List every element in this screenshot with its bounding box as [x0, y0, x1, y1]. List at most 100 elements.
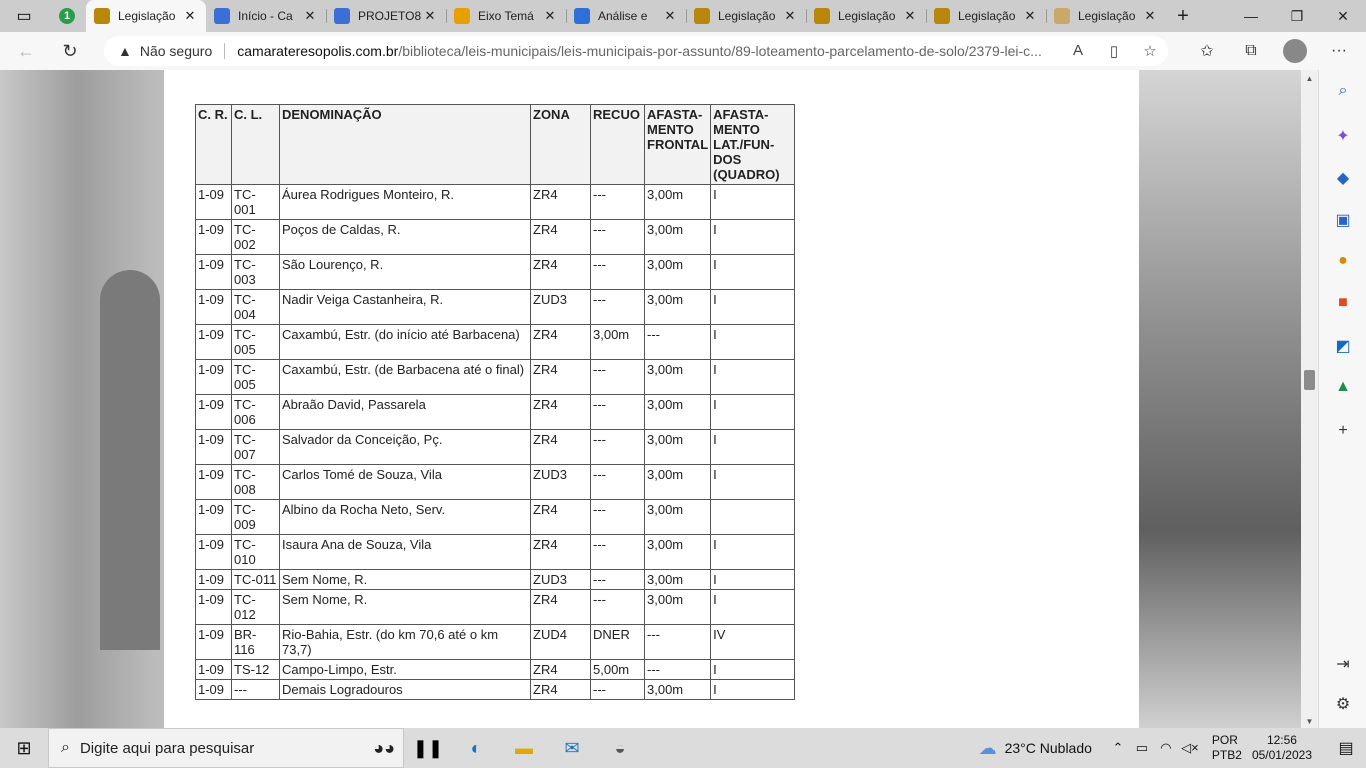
back-button[interactable]: ← [9, 35, 43, 67]
add-sidebar-icon[interactable]: + [1319, 422, 1366, 440]
browser-tab[interactable]: Legislação ✕ [686, 0, 806, 32]
browser-tab[interactable]: 1 [48, 0, 86, 32]
table-row: 1-09 TC-002 Poços de Caldas, R. ZR4 --- 3,00m… [195, 219, 796, 255]
clock[interactable]: 12:56 05/01/2023 [1252, 733, 1312, 763]
table-cell: 1-09 [195, 429, 232, 465]
profile-avatar[interactable] [1283, 39, 1307, 63]
language-indicator[interactable]: POR PTB2 [1212, 733, 1242, 763]
table-header-cell: AFASTA-MENTO LAT./FUN-DOS (QUADRO) [710, 104, 796, 185]
tab-close-icon[interactable]: ✕ [782, 8, 798, 24]
start-button[interactable]: ⊞ [0, 728, 48, 768]
table-cell: 3,00m [643, 589, 712, 625]
scrollbar-thumb[interactable] [1304, 370, 1315, 390]
tab-favicon-icon [814, 8, 830, 24]
mail-button[interactable]: ✉ [548, 728, 596, 768]
table-cell: Abraão David, Passarela [279, 394, 531, 430]
tab-close-icon[interactable]: ✕ [662, 8, 678, 24]
table-cell: ZR4 [530, 429, 591, 465]
outlook-icon[interactable]: ◩ [1319, 336, 1366, 356]
browser-tab[interactable]: Legislação ✕ [806, 0, 926, 32]
refresh-button[interactable]: ↻ [53, 35, 87, 67]
clock-time: 12:56 [1266, 733, 1297, 747]
browser-tab[interactable]: Legislação ✕ [926, 0, 1046, 32]
minimize-button[interactable]: — [1228, 0, 1274, 32]
browser-tab[interactable]: Início - Ca ✕ [206, 0, 326, 32]
office-icon[interactable]: ■ [1319, 294, 1366, 312]
collections-icon[interactable]: ⧉ [1229, 42, 1273, 60]
tab-close-icon[interactable]: ✕ [302, 8, 318, 24]
table-cell: --- [590, 679, 645, 700]
shopping-icon[interactable]: ◆ [1319, 168, 1366, 188]
edge-taskbar-button[interactable]: ◐ [452, 728, 500, 768]
tab-close-icon[interactable]: ✕ [182, 8, 198, 24]
browser-tab[interactable]: Legislação ✕ [86, 0, 206, 32]
notifications-icon[interactable]: ▤ [1326, 738, 1366, 758]
tab-favicon-icon [454, 8, 470, 24]
tab-actions-button[interactable]: ▭ [0, 0, 48, 32]
weather-widget[interactable]: ☁ 23°C Nublado [979, 738, 1092, 759]
table-cell: 1-09 [195, 359, 232, 395]
table-cell: I [710, 534, 796, 570]
chevron-up-icon[interactable]: ⌃ [1106, 740, 1130, 756]
favorites-icon[interactable]: ✩ [1185, 41, 1229, 61]
refresh-icon: ↻ [62, 40, 78, 61]
table-cell: ZUD4 [530, 624, 591, 660]
network-icon[interactable]: ▭ [1130, 740, 1154, 756]
wifi-icon[interactable]: ◠ [1154, 740, 1178, 756]
games-icon[interactable]: ● [1319, 252, 1366, 270]
table-cell: I [710, 659, 796, 680]
table-cell: 3,00m [643, 394, 712, 430]
scroll-up-icon[interactable]: ▲ [1301, 74, 1318, 83]
hide-sidebar-icon[interactable]: ⇥ [1319, 654, 1366, 674]
table-row: 1-09 TC-006 Abraão David, Passarela ZR4 --- 3… [195, 394, 796, 430]
new-tab-button[interactable]: + [1166, 0, 1200, 32]
table-header-row: C. R. C. L. DENOMINAÇÃO ZONA RECUO AFASTA-MEN… [195, 104, 796, 185]
browser-tab[interactable]: Análise e ✕ [566, 0, 686, 32]
table-row: 1-09 TC-005 Caxambú, Estr. (de Barbacena a… [195, 359, 796, 395]
file-explorer-button[interactable]: ▬ [500, 728, 548, 768]
browser-tab[interactable]: Eixo Temá ✕ [446, 0, 566, 32]
table-cell: --- [590, 359, 645, 395]
settings-gear-icon[interactable]: ⚙ [1319, 694, 1366, 714]
read-aloud-icon[interactable]: A [1060, 42, 1096, 60]
tab-close-icon[interactable]: ✕ [1022, 8, 1038, 24]
taskbar-search[interactable]: ⌕ Digite aqui para pesquisar ◕◕ [48, 728, 404, 768]
browser-tab[interactable]: Legislação ✕ [1046, 0, 1166, 32]
warning-icon: ▲ [118, 43, 132, 59]
scroll-down-icon[interactable]: ▼ [1301, 717, 1318, 726]
security-label[interactable]: Não seguro [140, 43, 212, 59]
task-view-button[interactable]: ❚❚ [404, 728, 452, 768]
background-town-image [1139, 70, 1301, 728]
url-host: camarateresopolis.com.br [237, 43, 399, 59]
tab-strip: ▭ 1 Legislação ✕ Início - Ca ✕ PROJETO8 ✕ Eixo … [0, 0, 1366, 32]
address-bar[interactable]: ▲ Não seguro camarateresopolis.com.br /b… [104, 36, 1168, 66]
table-row: 1-09 BR-116 Rio-Bahia, Estr. (do km 70,6 a… [195, 624, 796, 660]
reader-view-icon[interactable]: ▯ [1096, 42, 1132, 60]
tab-close-icon[interactable]: ✕ [902, 8, 918, 24]
vertical-scrollbar[interactable]: ▲ ▼ [1301, 70, 1318, 728]
close-window-button[interactable]: ✕ [1320, 0, 1366, 32]
tree-icon[interactable]: ▲ [1319, 378, 1366, 396]
tab-close-icon[interactable]: ✕ [422, 8, 438, 24]
tab-label: Legislação [958, 9, 1016, 23]
tools-icon[interactable]: ▣ [1319, 210, 1366, 230]
mail-icon: ✉ [564, 737, 580, 758]
volume-icon[interactable]: ◁× [1178, 740, 1202, 756]
table-cell: 1-09 [195, 394, 232, 430]
tab-label: Legislação [1078, 9, 1136, 23]
table-row: 1-09 TC-011 Sem Nome, R. ZUD3 --- 3,00m I [195, 569, 796, 590]
restore-button[interactable]: ❐ [1274, 0, 1320, 32]
table-cell: 3,00m [643, 289, 712, 325]
tab-close-icon[interactable]: ✕ [542, 8, 558, 24]
add-favorite-icon[interactable]: ☆ [1132, 42, 1168, 60]
copilot-icon[interactable]: ✦ [1319, 126, 1366, 146]
app-taskbar-button[interactable]: ◒ [596, 728, 644, 768]
table-cell: ZUD3 [530, 289, 591, 325]
browser-tab[interactable]: PROJETO8 ✕ [326, 0, 446, 32]
more-menu-icon[interactable]: ··· [1317, 42, 1361, 60]
table-cell: TC-009 [231, 499, 280, 535]
tab-close-icon[interactable]: ✕ [1142, 8, 1158, 24]
tab-favicon-icon [334, 8, 350, 24]
windows-logo-icon: ⊞ [16, 737, 32, 758]
search-icon[interactable]: ⌕ [1319, 82, 1366, 100]
